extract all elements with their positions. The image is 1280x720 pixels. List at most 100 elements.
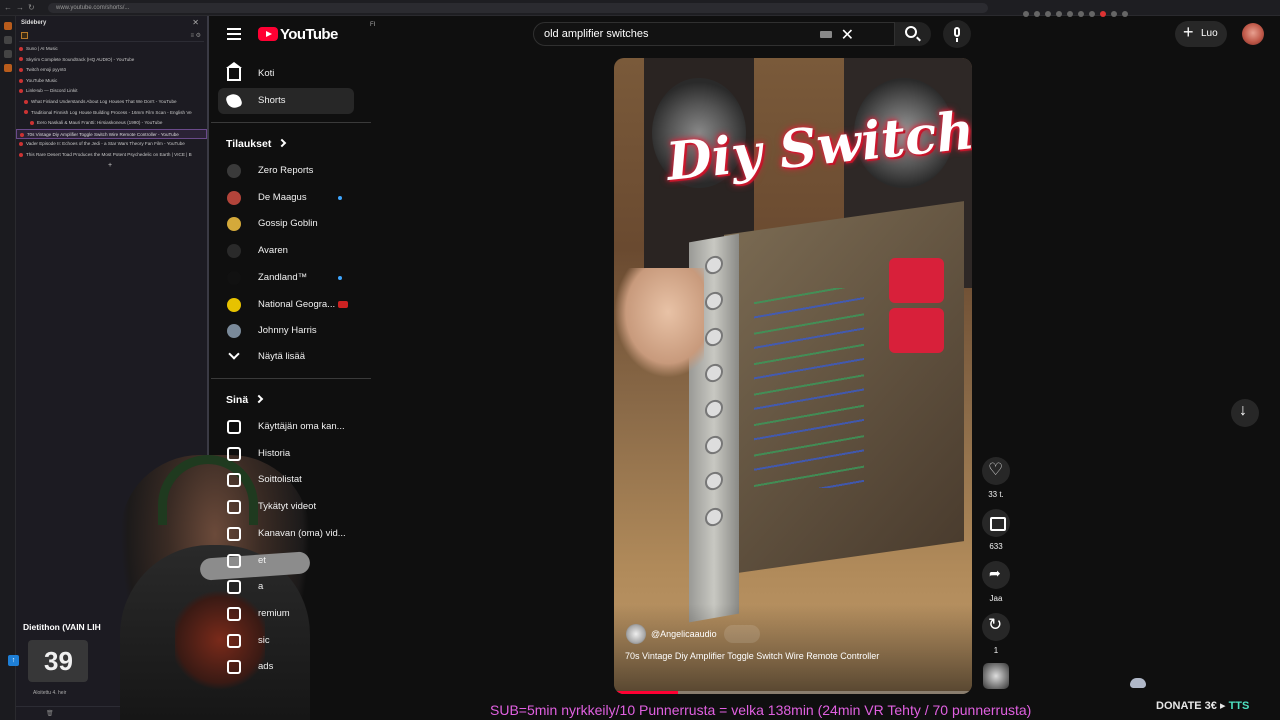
sidebery-title: Sidebery ✕ xyxy=(16,16,207,30)
sidebery-menu-icon[interactable]: ≡ ⚙ xyxy=(190,32,201,39)
subscription-item[interactable]: Avaren xyxy=(218,238,354,264)
video-progress-bar[interactable] xyxy=(614,691,972,694)
you-item[interactable]: Historia xyxy=(218,441,354,467)
you-heading[interactable]: Sinä xyxy=(226,394,264,406)
you-item[interactable]: Kanavan (oma) vid... xyxy=(218,521,354,547)
share-icon[interactable] xyxy=(982,561,1010,589)
chevron-down-icon xyxy=(228,348,240,360)
you-item[interactable]: remium xyxy=(218,601,354,627)
library-icon xyxy=(227,633,241,648)
like-icon[interactable] xyxy=(982,457,1010,485)
ufo-icon xyxy=(1130,678,1146,688)
library-icon xyxy=(227,446,241,461)
channel-avatar xyxy=(227,324,241,339)
guide-item-shorts[interactable]: Shorts xyxy=(218,88,354,114)
voice-search-button[interactable] xyxy=(943,20,971,48)
browser-tab[interactable]: Twitch emoji pyyntö xyxy=(16,65,207,76)
share-action[interactable]: Jaa xyxy=(982,561,1010,603)
tab-favicon-icon xyxy=(19,46,23,51)
extension-badge-icon[interactable]: ↑ xyxy=(8,655,19,666)
tts-label: TTS xyxy=(1228,700,1250,712)
tab-favicon-icon xyxy=(19,78,23,83)
comment-count: 633 xyxy=(989,542,1003,551)
subscription-item[interactable]: Zandland™ xyxy=(218,265,354,291)
like-count: 33 t. xyxy=(988,490,1004,499)
trash-icon[interactable]: 🗑 xyxy=(46,710,54,717)
extension-icons[interactable] xyxy=(1018,4,1268,17)
you-item[interactable]: a xyxy=(218,574,354,600)
channel-avatar[interactable] xyxy=(626,624,646,644)
library-icon xyxy=(227,580,241,595)
library-icon xyxy=(227,526,241,541)
subscription-item[interactable]: Johnny Harris xyxy=(218,318,354,344)
browser-tab[interactable]: YouTube Music xyxy=(16,76,207,87)
video-meta-gradient xyxy=(614,604,972,694)
you-item[interactable]: sic xyxy=(218,628,354,654)
keyboard-icon[interactable] xyxy=(820,31,832,38)
tab-title: Vader Episode II: Echoes of the Jedi - a… xyxy=(26,141,185,147)
panel-icon[interactable] xyxy=(3,50,12,58)
browser-tab[interactable]: What Finland Understands About Log House… xyxy=(16,97,207,108)
video-hand xyxy=(614,268,704,378)
clear-search-icon[interactable]: ✕ xyxy=(841,25,854,45)
next-video-button[interactable] xyxy=(1231,399,1259,427)
panel-icon[interactable] xyxy=(3,22,12,30)
donate-label: DONATE 3€ xyxy=(1156,700,1217,712)
search-box[interactable]: old amplifier switches ✕ xyxy=(533,22,895,46)
search-button[interactable] xyxy=(895,22,931,46)
browser-tab[interactable]: Vader Episode II: Echoes of the Jedi - a… xyxy=(16,139,207,150)
you-item[interactable]: Soittolistat xyxy=(218,467,354,493)
sidebar-panel-switcher[interactable] xyxy=(0,16,16,720)
browser-tab[interactable]: Skyrim Complete Soundtrack (HQ AUDIO) - … xyxy=(16,55,207,66)
channel-handle[interactable]: @Angelicaaudio xyxy=(651,629,717,639)
subscribe-button[interactable] xyxy=(724,625,760,643)
panel-tab-icon[interactable] xyxy=(21,32,28,39)
address-bar[interactable]: www.youtube.com/shorts/... xyxy=(48,3,988,13)
subscription-item[interactable]: National Geogra... xyxy=(218,292,354,318)
subscription-item[interactable]: Zero Reports xyxy=(218,158,354,184)
like-action[interactable]: 33 t. xyxy=(982,457,1010,499)
menu-icon[interactable] xyxy=(227,28,241,40)
live-indicator xyxy=(338,300,348,308)
tab-favicon-icon xyxy=(19,67,23,72)
browser-nav-buttons[interactable]: ←→↻ xyxy=(4,3,39,12)
panel-icon[interactable] xyxy=(3,36,12,44)
new-content-indicator xyxy=(338,275,342,280)
tab-title: What Finland Understands About Log House… xyxy=(31,98,177,104)
new-tab-button[interactable]: + xyxy=(16,161,207,172)
sound-thumbnail[interactable] xyxy=(983,663,1009,689)
subscriptions-heading[interactable]: Tilaukset xyxy=(226,138,287,150)
tab-favicon-icon xyxy=(24,99,28,104)
browser-tab[interactable]: Suno | AI Music xyxy=(16,44,207,55)
comment-action[interactable]: 633 xyxy=(982,509,1010,551)
subscription-item[interactable]: Gossip Goblin xyxy=(218,211,354,237)
close-icon[interactable]: ✕ xyxy=(192,18,199,27)
you-item-label: Tykätyt videot xyxy=(258,501,317,513)
browser-tab[interactable]: 70s Vintage Diy Amplifier Toggle Switch … xyxy=(16,128,207,140)
guide-item-home[interactable]: Koti xyxy=(218,61,354,87)
you-item[interactable]: ads xyxy=(218,654,354,680)
search-input[interactable]: old amplifier switches xyxy=(544,28,649,40)
you-item[interactable]: Tykätyt videot xyxy=(218,494,354,520)
subscription-item[interactable]: De Maagus xyxy=(218,185,354,211)
tab-favicon-icon xyxy=(24,110,28,115)
you-item[interactable]: Käyttäjän oma kan... xyxy=(218,414,354,440)
guide-item-show-more[interactable]: Näytä lisää xyxy=(218,344,354,370)
video-title[interactable]: 70s Vintage Diy Amplifier Toggle Switch … xyxy=(625,651,879,661)
divider xyxy=(211,378,371,379)
account-avatar[interactable] xyxy=(1242,23,1264,45)
stream-ticker: SUB=5min nyrkkeily/10 Punnerrusta = velk… xyxy=(490,702,1032,718)
browser-tab[interactable]: LinkHub — Discord Linkit xyxy=(16,86,207,97)
browser-tab[interactable]: Eero Naskali & Mauri Frantti: Hirsiaskon… xyxy=(16,118,207,129)
browser-tab[interactable]: This Rare Desert Toad Produces the Most … xyxy=(16,150,207,161)
remix-action[interactable]: 1 xyxy=(982,613,1010,655)
you-item[interactable]: et xyxy=(218,548,354,574)
remix-icon[interactable] xyxy=(982,613,1010,641)
panel-icon[interactable] xyxy=(3,64,12,72)
donate-banner: DONATE 3€ ▸ TTS xyxy=(1156,700,1250,712)
create-button[interactable]: + Luo xyxy=(1175,21,1227,47)
browser-tab[interactable]: Traditional Finnish Log House Building P… xyxy=(16,108,207,119)
comment-icon[interactable] xyxy=(982,509,1010,537)
region-code: FI xyxy=(370,22,376,28)
shorts-video-player[interactable]: Diy Switch @Angelicaaudio 70s Vintage Di… xyxy=(614,58,972,694)
